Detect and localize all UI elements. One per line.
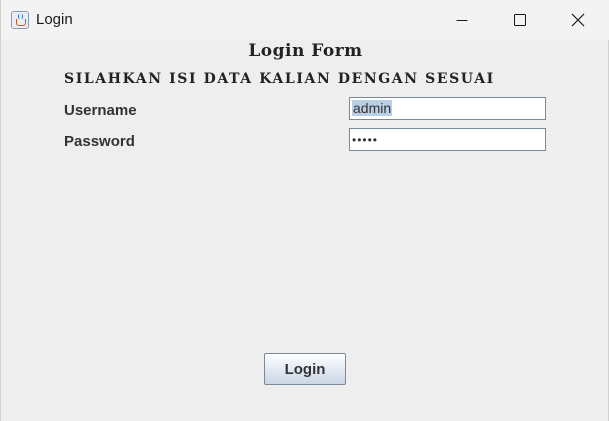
- username-value: admin: [352, 100, 393, 116]
- minimize-icon: [456, 20, 468, 21]
- login-button[interactable]: Login: [264, 353, 346, 385]
- maximize-icon: [514, 14, 526, 26]
- title-bar[interactable]: Login: [1, 0, 609, 40]
- login-window: Login Login Form SILAHKAN ISI DATA KALIA…: [0, 0, 609, 421]
- maximize-button[interactable]: [491, 0, 549, 40]
- form-subtitle: SILAHKAN ISI DATA KALIAN DENGAN SESUAI: [64, 71, 495, 87]
- password-field[interactable]: •••••: [349, 128, 546, 151]
- form-title: Login Form: [248, 41, 363, 61]
- password-label: Password: [64, 133, 135, 150]
- window-title: Login: [36, 11, 73, 28]
- form-panel: Login Form SILAHKAN ISI DATA KALIAN DENG…: [1, 40, 609, 421]
- minimize-button[interactable]: [433, 0, 491, 40]
- close-button[interactable]: [549, 0, 607, 40]
- username-label: Username: [64, 102, 137, 119]
- password-value: •••••: [352, 133, 379, 147]
- java-cup-icon: [11, 11, 29, 29]
- username-field[interactable]: admin: [349, 97, 546, 120]
- close-icon: [571, 13, 585, 27]
